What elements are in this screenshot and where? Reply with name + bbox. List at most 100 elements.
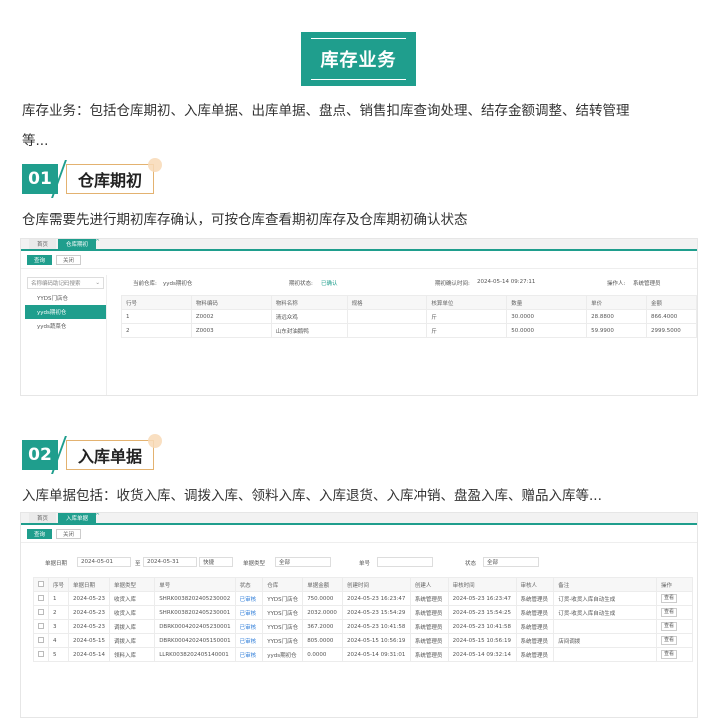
table-cell: 2024-05-23: [68, 605, 110, 620]
warehouse-search-input[interactable]: 名称编码助记码搜索 ⌄: [27, 277, 104, 289]
inbound-docs-table: 序号 单据日期 单据类型 单号 状态 仓库 单据金额 创建时间 创建人 审核时间 审核人 备注 操作 1…: [33, 577, 693, 662]
status-badge: 已审核: [234, 605, 264, 620]
sidebar-item-yyds-store[interactable]: YYDS门店仓: [25, 291, 106, 305]
date-to-input[interactable]: 2024-05-31: [143, 557, 197, 567]
query-button[interactable]: 查询: [27, 254, 53, 265]
table-cell: 系统管理员: [409, 605, 449, 620]
warehouse-opening-screenshot: 首页 仓库期初 × 查询 关闭 名称编码助记码搜索 ⌄ YYDS门店仓 yyds…: [20, 238, 698, 396]
row-checkbox[interactable]: [38, 608, 44, 615]
row-checkbox[interactable]: [38, 622, 44, 629]
column-header: 单价: [586, 295, 647, 310]
table-cell: 店间调拨: [553, 633, 658, 648]
row-checkbox[interactable]: [38, 636, 44, 643]
tab-home[interactable]: 首页: [29, 239, 57, 249]
table-cell: 系统管理员: [409, 591, 449, 606]
table-cell: 28.8800: [586, 309, 647, 324]
table-cell: 2024-05-15: [68, 633, 110, 648]
tab-label: 仓库期初: [66, 242, 89, 248]
table-cell: 2024-05-23 15:54:29: [341, 605, 411, 620]
date-shortcut-select[interactable]: 快捷: [199, 557, 233, 567]
toolbar: 查询 关闭: [21, 525, 697, 543]
table-cell: 59.9900: [586, 323, 647, 338]
column-header: 备注: [553, 577, 658, 592]
view-button[interactable]: 查看: [661, 622, 678, 631]
column-header: [33, 577, 49, 592]
row-checkbox[interactable]: [38, 594, 44, 601]
table-cell: 2024-05-14 09:31:01: [341, 647, 411, 662]
column-header: 单号: [154, 577, 236, 592]
tab-warehouse-opening[interactable]: 仓库期初 ×: [58, 239, 100, 249]
table-cell: 调拨入库: [108, 619, 156, 634]
table-row[interactable]: 2 2024-05-23 收货入库 SHRK0038202405230001 已审核 YY…: [33, 605, 693, 620]
column-header: 单据日期: [68, 577, 110, 592]
section1-desc: 仓库需要先进行期初库存确认，可按仓库查看期初库存及仓库期初确认状态: [22, 212, 468, 228]
table-cell: 2024-05-23 10:41:58: [341, 619, 411, 634]
table-cell: 查看: [656, 605, 693, 620]
table-cell: 2: [47, 605, 70, 620]
page-title: 库存业务: [320, 50, 397, 71]
close-button[interactable]: 关闭: [56, 254, 82, 265]
table-cell: 系统管理员: [515, 591, 555, 606]
table-cell: 2024-05-23 16:23:47: [341, 591, 411, 606]
table-row[interactable]: 4 2024-05-15 调拨入库 DBRK0004202405150001 已审核 YY…: [33, 633, 693, 648]
table-cell: [33, 633, 49, 648]
view-button[interactable]: 查看: [661, 636, 678, 645]
table-cell: 2024-05-15 10:56:19: [447, 633, 517, 648]
doc-no-input[interactable]: [377, 557, 433, 567]
date-from-input[interactable]: 2024-05-01: [77, 557, 131, 567]
row-checkbox[interactable]: [38, 650, 44, 657]
close-icon[interactable]: ×: [95, 239, 100, 243]
view-button[interactable]: 查看: [661, 650, 678, 659]
status-label: 状态: [465, 561, 477, 567]
query-button[interactable]: 查询: [27, 528, 53, 539]
inbound-documents-screenshot: 首页 入库单据 × 查询 关闭 单据日期 2024-05-01 至 2024-0…: [20, 512, 698, 718]
table-cell: 367.2000: [302, 619, 343, 634]
table-cell: 2024-05-15 10:56:19: [341, 633, 411, 648]
table-cell: Z0003: [190, 323, 272, 338]
close-icon[interactable]: ×: [95, 513, 100, 517]
status-badge: 已审核: [234, 633, 264, 648]
column-header: 金额: [645, 295, 697, 310]
sidebar-item-yyds-veg[interactable]: yyds蔬菜仓: [25, 319, 106, 333]
sidebar-item-yyds-opening[interactable]: yyds期初仓: [25, 305, 106, 319]
table-cell: 查看: [656, 619, 693, 634]
date-label: 单据日期: [45, 561, 68, 567]
table-cell: [553, 619, 658, 634]
opening-stock-table: 行号 物料编码 物料名称 规格 核算单位 数量 单价 金额 1 Z0002 清远众鸡斤 30.000…: [121, 295, 697, 338]
table-cell: 收货入库: [108, 605, 156, 620]
select-all-checkbox[interactable]: [38, 580, 44, 587]
table-cell: [553, 647, 658, 662]
table-cell: 1: [47, 591, 70, 606]
status-value: 全部: [487, 560, 499, 566]
date-to-sep: 至: [135, 561, 141, 567]
banner-top-line: [311, 38, 406, 39]
table-cell: YYDS门店仓: [262, 591, 304, 606]
status-select[interactable]: 全部: [483, 557, 539, 567]
column-header: 创建时间: [341, 577, 411, 592]
table-cell: 30.0000: [506, 309, 588, 324]
toolbar: 查询 关闭: [21, 251, 697, 269]
close-button[interactable]: 关闭: [56, 528, 82, 539]
no-label: 单号: [359, 561, 371, 567]
table-cell: 2: [121, 323, 192, 338]
type-label: 单据类型: [243, 561, 266, 567]
table-row[interactable]: 5 2024-05-14 领料入库 LLRK0038202405140001 已审核 yy…: [33, 647, 693, 662]
column-header: 审核人: [515, 577, 555, 592]
search-placeholder: 名称编码助记码搜索: [31, 281, 81, 287]
view-button[interactable]: 查看: [661, 594, 678, 603]
tab-inbound-docs[interactable]: 入库单据 ×: [58, 513, 100, 523]
table-row[interactable]: 2 Z0003 山东封油鹅鸭 斤 50.0000 59.9900 2999.5000: [121, 323, 697, 338]
date-from-value: 2024-05-01: [81, 559, 113, 565]
table-cell: YYDS门店仓: [262, 633, 304, 648]
table-row[interactable]: 3 2024-05-23 调拨入库 DBRK0004202405230001 已审核 YY…: [33, 619, 693, 634]
view-button[interactable]: 查看: [661, 608, 678, 617]
table-cell: 1: [121, 309, 192, 324]
table-row[interactable]: 1 2024-05-23 收货入库 SHRK0038202405230002 已审核 YY…: [33, 591, 693, 606]
type-select[interactable]: 全部: [275, 557, 331, 567]
page-title-banner: 库存业务: [301, 32, 416, 86]
table-cell: 系统管理员: [409, 633, 449, 648]
table-cell: [33, 647, 49, 662]
table-cell: 系统管理员: [515, 619, 555, 634]
tab-home[interactable]: 首页: [29, 513, 57, 523]
table-row[interactable]: 1 Z0002 清远众鸡 斤 30.0000 28.8800 866.4000: [121, 309, 697, 324]
